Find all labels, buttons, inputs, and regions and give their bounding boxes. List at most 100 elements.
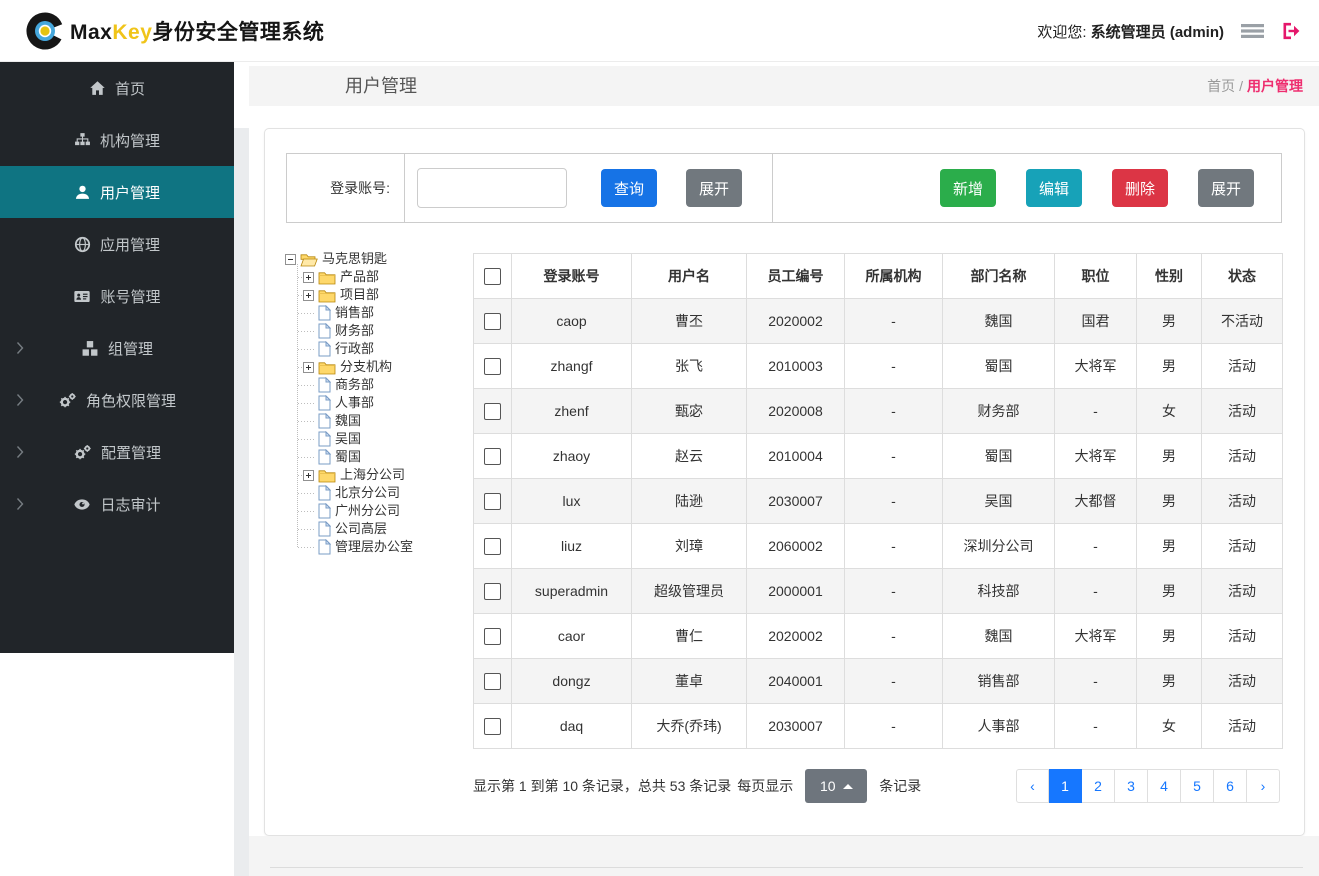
expand-plus-icon[interactable] bbox=[303, 469, 314, 481]
sidebar-item-role[interactable]: 角色权限管理 bbox=[0, 374, 234, 426]
tree-node-label[interactable]: 人事部 bbox=[335, 394, 374, 412]
row-checkbox-cell bbox=[473, 388, 512, 434]
tree-node[interactable]: 蜀国 bbox=[285, 448, 471, 466]
app-title: MaxKey身份安全管理系统 bbox=[70, 21, 325, 44]
tree-node-label[interactable]: 商务部 bbox=[335, 376, 374, 394]
table-cell: 活动 bbox=[1201, 613, 1283, 659]
tree-node-label[interactable]: 蜀国 bbox=[335, 448, 361, 466]
page-button[interactable]: 6 bbox=[1214, 769, 1247, 803]
sidebar-item-org[interactable]: 机构管理 bbox=[0, 114, 234, 166]
table-row[interactable]: zhangf 张飞 2010003- 蜀国 大将军男活动 bbox=[473, 343, 1283, 389]
table-row[interactable]: zhenf 甄宓 2020008- 财务部 - 女活动 bbox=[473, 388, 1283, 434]
tree-node-label[interactable]: 马克思钥匙 bbox=[322, 250, 387, 268]
page-button[interactable]: 5 bbox=[1181, 769, 1214, 803]
tree-node[interactable]: 北京分公司 bbox=[285, 484, 471, 502]
tree-node-label[interactable]: 广州分公司 bbox=[335, 502, 400, 520]
page-size-dropdown[interactable]: 10 bbox=[805, 769, 868, 803]
tree-node[interactable]: 产品部 bbox=[285, 268, 471, 286]
query-button[interactable]: 查询 bbox=[601, 169, 658, 207]
tree-node[interactable]: 吴国 bbox=[285, 430, 471, 448]
tree-node-label[interactable]: 管理层办公室 bbox=[335, 538, 413, 556]
row-checkbox[interactable] bbox=[484, 402, 501, 420]
page-header: 用户管理 首页 / 用户管理 bbox=[249, 66, 1319, 106]
row-checkbox[interactable] bbox=[484, 627, 501, 645]
page-button[interactable]: 4 bbox=[1148, 769, 1181, 803]
sidebar-item-account[interactable]: 账号管理 bbox=[0, 270, 234, 322]
search-expand-button[interactable]: 展开 bbox=[686, 169, 743, 207]
add-button[interactable]: 新增 bbox=[939, 169, 996, 207]
tree-node[interactable]: 公司高层 bbox=[285, 520, 471, 538]
table-cell: - bbox=[844, 388, 943, 434]
page-button[interactable]: 2 bbox=[1082, 769, 1115, 803]
tree-node[interactable]: 财务部 bbox=[285, 322, 471, 340]
tree-node[interactable]: 魏国 bbox=[285, 412, 471, 430]
tree-node[interactable]: 商务部 bbox=[285, 376, 471, 394]
tree-node-label[interactable]: 分支机构 bbox=[340, 358, 392, 376]
table-row[interactable]: superadmin 超级管理员 2000001- 科技部 - 男活动 bbox=[473, 568, 1283, 614]
tree-node[interactable]: 销售部 bbox=[285, 304, 471, 322]
tree-node-label[interactable]: 财务部 bbox=[335, 322, 374, 340]
table-cell: 活动 bbox=[1201, 433, 1283, 479]
hamburger-icon[interactable] bbox=[1241, 23, 1264, 39]
expand-plus-icon[interactable] bbox=[303, 271, 314, 283]
page-button[interactable]: 1 bbox=[1049, 769, 1082, 803]
table-row[interactable]: dongz 董卓 2040001- 销售部 - 男活动 bbox=[473, 658, 1283, 704]
edit-button[interactable]: 编辑 bbox=[1025, 169, 1082, 207]
table-row[interactable]: zhaoy 赵云 2010004- 蜀国 大将军男活动 bbox=[473, 433, 1283, 479]
tree-node[interactable]: 行政部 bbox=[285, 340, 471, 358]
page-button[interactable]: 3 bbox=[1115, 769, 1148, 803]
expand-plus-icon[interactable] bbox=[303, 289, 314, 301]
table-cell: 2030007 bbox=[746, 703, 845, 749]
table-cell: lux bbox=[511, 478, 632, 524]
expand-plus-icon[interactable] bbox=[303, 361, 314, 373]
row-checkbox[interactable] bbox=[484, 672, 501, 690]
collapse-minus-icon[interactable] bbox=[285, 253, 296, 265]
org-tree: 马克思钥匙 产品部 项目部 销售部 财务部 行政部 分支机构 商务部 人事部 魏国 吴国 蜀国 上海分公… bbox=[285, 250, 471, 556]
sidebar-item-audit[interactable]: 日志审计 bbox=[0, 478, 234, 530]
tree-node-label[interactable]: 行政部 bbox=[335, 340, 374, 358]
tree-node-label[interactable]: 北京分公司 bbox=[335, 484, 400, 502]
sidebar-item-group[interactable]: 组管理 bbox=[0, 322, 234, 374]
sidebar-item-user[interactable]: 用户管理 bbox=[0, 166, 234, 218]
table-row[interactable]: liuz 刘璋 2060002- 深圳分公司 - 男活动 bbox=[473, 523, 1283, 569]
tree-node-label[interactable]: 公司高层 bbox=[335, 520, 387, 538]
brand: MaxKey身份安全管理系统 bbox=[26, 0, 324, 62]
tree-node[interactable]: 广州分公司 bbox=[285, 502, 471, 520]
row-checkbox[interactable] bbox=[484, 447, 501, 465]
prev-page-button[interactable]: ‹ bbox=[1016, 769, 1049, 803]
tree-node[interactable]: 人事部 bbox=[285, 394, 471, 412]
tree-node[interactable]: 马克思钥匙 bbox=[285, 250, 471, 268]
login-account-input[interactable] bbox=[417, 168, 567, 208]
row-checkbox[interactable] bbox=[484, 582, 501, 600]
table-row[interactable]: lux 陆逊 2030007- 吴国 大都督男活动 bbox=[473, 478, 1283, 524]
tree-node-label[interactable]: 销售部 bbox=[335, 304, 374, 322]
tree-node-label[interactable]: 吴国 bbox=[335, 430, 361, 448]
tree-node-label[interactable]: 上海分公司 bbox=[340, 466, 405, 484]
row-checkbox[interactable] bbox=[484, 492, 501, 510]
tree-node-label[interactable]: 魏国 bbox=[335, 412, 361, 430]
logout-icon[interactable] bbox=[1281, 22, 1301, 40]
tree-node-label[interactable]: 项目部 bbox=[340, 286, 379, 304]
tree-node[interactable]: 项目部 bbox=[285, 286, 471, 304]
row-checkbox-cell bbox=[473, 343, 512, 389]
tree-node-label[interactable]: 产品部 bbox=[340, 268, 379, 286]
table-row[interactable]: caor 曹仁 2020002- 魏国 大将军男活动 bbox=[473, 613, 1283, 659]
sidebar-item-home[interactable]: 首页 bbox=[0, 62, 234, 114]
breadcrumb-current: 用户管理 bbox=[1247, 78, 1303, 94]
delete-button[interactable]: 删除 bbox=[1111, 169, 1168, 207]
tree-node[interactable]: 上海分公司 bbox=[285, 466, 471, 484]
row-checkbox[interactable] bbox=[484, 537, 501, 555]
tree-node[interactable]: 分支机构 bbox=[285, 358, 471, 376]
row-checkbox[interactable] bbox=[484, 717, 501, 735]
next-page-button[interactable]: › bbox=[1247, 769, 1280, 803]
row-checkbox[interactable] bbox=[484, 312, 501, 330]
table-row[interactable]: daq 大乔(乔玮) 2030007- 人事部 - 女活动 bbox=[473, 703, 1283, 749]
select-all-checkbox[interactable] bbox=[484, 267, 501, 285]
toolbar-expand-button[interactable]: 展开 bbox=[1197, 169, 1254, 207]
breadcrumb-home[interactable]: 首页 bbox=[1207, 78, 1235, 94]
table-row[interactable]: caop 曹丕 2020002- 魏国 国君男不活动 bbox=[473, 298, 1283, 344]
row-checkbox[interactable] bbox=[484, 357, 501, 375]
tree-node[interactable]: 管理层办公室 bbox=[285, 538, 471, 556]
sidebar-item-app[interactable]: 应用管理 bbox=[0, 218, 234, 270]
sidebar-item-config[interactable]: 配置管理 bbox=[0, 426, 234, 478]
